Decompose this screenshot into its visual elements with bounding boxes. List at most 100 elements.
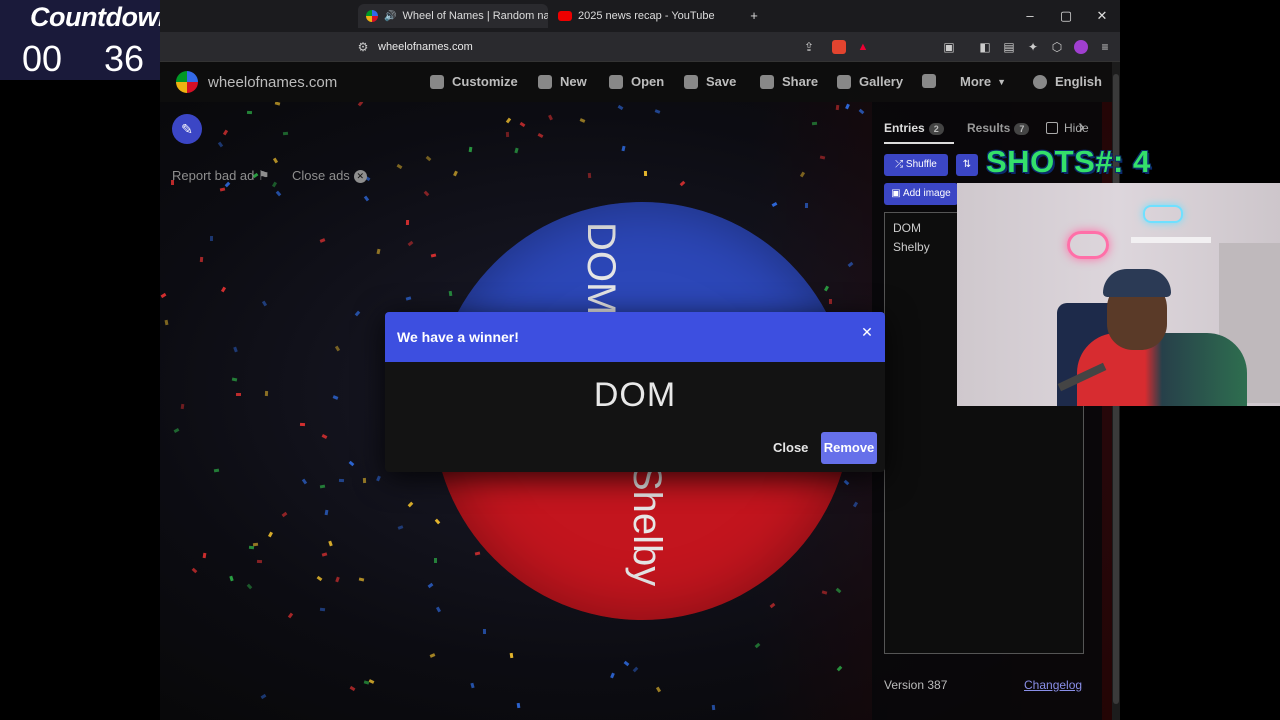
url-text[interactable]: wheelofnames.com (378, 41, 473, 53)
nav-share[interactable]: Share (760, 74, 818, 89)
edit-button[interactable]: ✎ (172, 114, 202, 144)
nav-label: New (560, 74, 587, 89)
webcam-feed (957, 183, 1280, 406)
nav-label: More (960, 74, 992, 89)
confetti-piece (202, 552, 207, 559)
close-ads-link[interactable]: Close ads ✕ (292, 168, 367, 184)
maximize-button[interactable]: ▢ (1056, 6, 1076, 26)
confetti-piece (623, 660, 630, 667)
shuffle-button[interactable]: ⤮ Shuffle (884, 154, 948, 176)
close-icon[interactable]: ✕ (859, 324, 875, 340)
confetti-piece (264, 390, 269, 397)
nav-open[interactable]: Open (609, 74, 664, 89)
nav-new[interactable]: New (538, 74, 587, 89)
close-button[interactable]: Close (773, 440, 808, 455)
add-image-button[interactable]: ▣ Add image (884, 183, 958, 205)
confetti-piece (368, 679, 375, 684)
confetti-piece (376, 475, 381, 482)
confetti-piece (256, 559, 263, 564)
version-text: Version 387 (884, 678, 948, 692)
logo-icon[interactable] (176, 71, 198, 93)
address-bar[interactable]: ⚙ wheelofnames.com ⇪ ▲ ▣ ◧ ▤ ✦ ⬡ ≡ (160, 32, 1120, 62)
confetti-piece (423, 190, 430, 197)
confetti-piece (655, 686, 662, 693)
confetti-piece (397, 525, 404, 530)
confetti-piece (835, 104, 840, 111)
collapse-arrow-icon[interactable]: › (1078, 116, 1085, 139)
add-image-label: Add image (902, 188, 951, 199)
confetti-piece (349, 685, 356, 692)
image-icon: ▣ (891, 188, 903, 199)
confetti-piece (425, 155, 432, 162)
share-icon (760, 74, 774, 89)
webcam-shelf (1131, 237, 1211, 243)
confetti-piece (505, 117, 512, 124)
new-tab-button[interactable]: + (744, 6, 764, 26)
wallet-icon[interactable]: ▤ (1002, 40, 1016, 54)
nav-fullscreen[interactable] (922, 74, 944, 88)
neon-sign-icon (1143, 205, 1183, 223)
nav-gallery[interactable]: Gallery (837, 74, 903, 89)
confetti-piece (514, 147, 519, 154)
nav-language[interactable]: English (1033, 74, 1102, 89)
reader-icon[interactable]: ▣ (942, 40, 956, 54)
tab-youtube[interactable]: 2025 news recap - YouTube (550, 4, 740, 28)
confetti-piece (332, 395, 339, 400)
folder-icon (609, 74, 623, 89)
nav-customize[interactable]: Customize (430, 74, 518, 89)
confetti-piece (233, 346, 238, 353)
wheel-favicon-icon (366, 10, 378, 22)
confetti-piece (321, 552, 328, 557)
nav-label: Open (631, 74, 665, 89)
close-window-button[interactable]: ✕ (1092, 6, 1112, 26)
shuffle-icon: ⤮ (895, 159, 906, 170)
hide-checkbox[interactable] (1046, 122, 1058, 134)
site-name[interactable]: wheelofnames.com (208, 74, 337, 91)
nav-more[interactable]: More ▼ (960, 74, 1006, 89)
navbar: wheelofnames.com Customize New Open Save… (160, 62, 1112, 102)
vpn-icon[interactable]: ⬡ (1050, 40, 1064, 54)
remove-button[interactable]: Remove (821, 432, 877, 464)
site-info-icon[interactable]: ⚙ (356, 40, 370, 54)
hide-label: Hide (1064, 121, 1089, 135)
brave-shield-icon[interactable] (832, 40, 846, 54)
confetti-piece (376, 248, 381, 255)
confetti-piece (363, 195, 370, 202)
entry-line: DOM (893, 221, 921, 235)
confetti-piece (858, 108, 865, 115)
confetti-piece (363, 680, 370, 685)
confetti-piece (482, 628, 487, 635)
flag-icon: ⚑ (258, 168, 270, 183)
confetti-piece (274, 101, 281, 106)
sort-button[interactable]: ⇅ (956, 154, 978, 176)
confetti-piece (287, 612, 294, 619)
nav-save[interactable]: Save (684, 74, 736, 89)
report-ad-link[interactable]: Report bad ad ⚑ (172, 168, 270, 184)
youtube-icon (558, 11, 572, 21)
confetti-piece (679, 180, 686, 187)
tab-entries[interactable]: Entries 2 (884, 121, 944, 135)
minimize-button[interactable]: – (1020, 6, 1040, 26)
rewards-icon[interactable]: ▲ (856, 40, 870, 54)
confetti-piece (819, 155, 826, 160)
confetti-piece (231, 377, 238, 382)
ai-icon[interactable]: ✦ (1026, 40, 1040, 54)
changelog-link[interactable]: Changelog (1024, 678, 1082, 692)
share-page-icon[interactable]: ⇪ (802, 40, 816, 54)
sidebar-icon[interactable]: ◧ (978, 40, 992, 54)
confetti-piece (845, 103, 850, 110)
profile-icon[interactable] (1074, 40, 1088, 54)
tab-wheel-of-names[interactable]: 🔊 Wheel of Names | Random na ✕ (358, 4, 548, 28)
shuffle-label: Shuffle (905, 159, 937, 170)
confetti-piece (235, 392, 242, 397)
confetti-piece (252, 542, 259, 547)
confetti-piece (213, 468, 220, 473)
confetti-piece (271, 181, 278, 188)
tab-label: Wheel of Names | Random na (402, 10, 548, 22)
confetti-piece (299, 422, 306, 427)
confetti-piece (348, 460, 355, 467)
tab-results[interactable]: Results 7 (967, 121, 1030, 135)
confetti-piece (362, 477, 367, 484)
confetti-piece (321, 434, 328, 439)
menu-icon[interactable]: ≡ (1098, 40, 1112, 54)
